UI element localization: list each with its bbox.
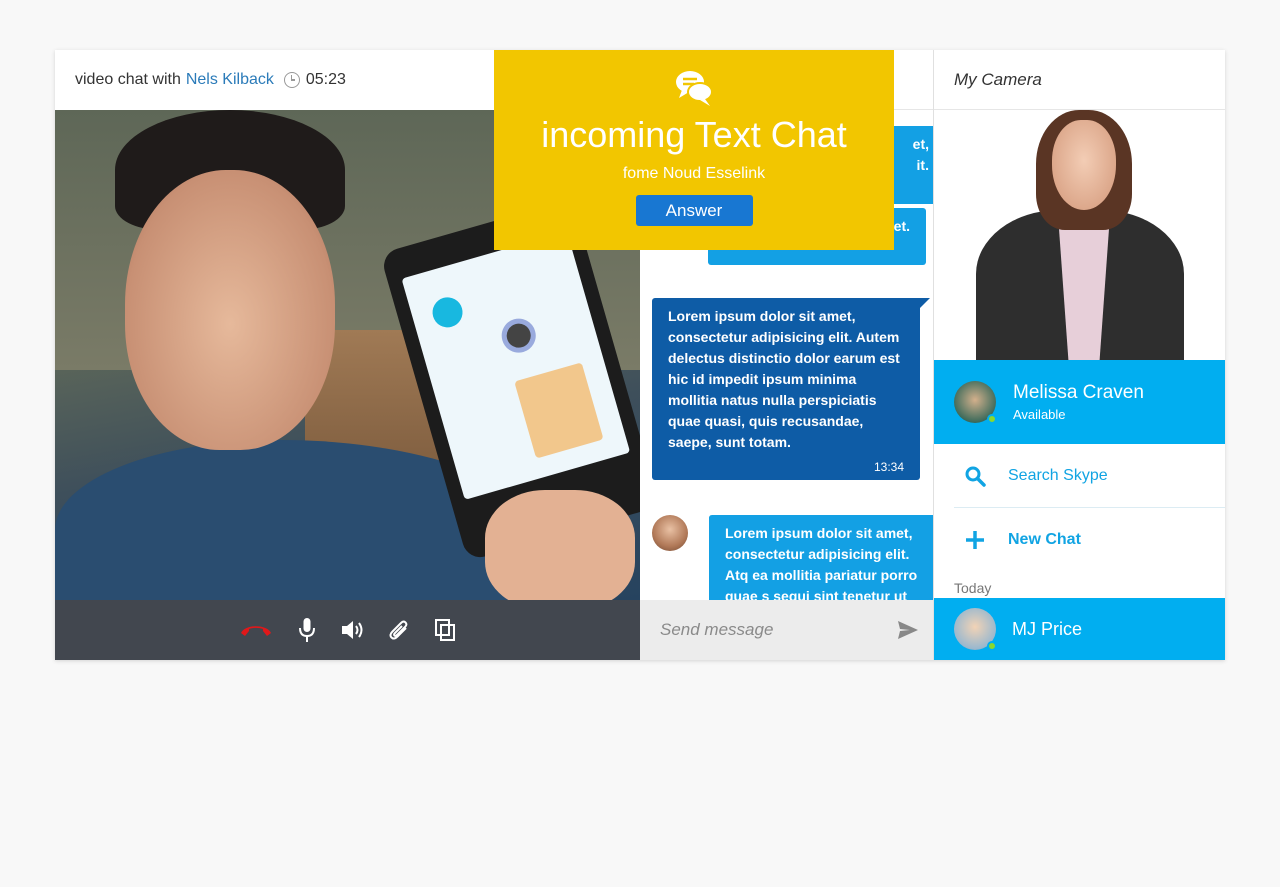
- search-skype-button[interactable]: Search Skype: [934, 444, 1225, 508]
- window-button[interactable]: [433, 616, 457, 644]
- chat-bubbles-icon: [676, 71, 713, 106]
- recent-contact[interactable]: MJ Price: [934, 598, 1225, 660]
- sender-avatar[interactable]: [652, 515, 688, 551]
- chat-message: Lorem ipsum dolor sit amet, consectetur …: [652, 298, 930, 480]
- message-composer: [640, 600, 933, 660]
- send-icon: [898, 621, 918, 639]
- contact-name: MJ Price: [1012, 618, 1083, 639]
- message-time: 13:34: [873, 460, 904, 474]
- notification-title: incoming Text Chat: [541, 114, 847, 155]
- phone-icon-2: [497, 314, 540, 357]
- video-person-hand: [485, 490, 635, 600]
- microphone-icon: [298, 618, 315, 642]
- hangup-icon: [240, 626, 271, 636]
- video-chat-label: video chat with: [75, 71, 181, 88]
- hangup-button[interactable]: [239, 616, 273, 644]
- search-icon: [965, 466, 986, 487]
- search-skype-label: Search Skype: [1008, 467, 1108, 484]
- caller-name-link[interactable]: Nels Kilback: [186, 71, 274, 89]
- sidebar: My Camera Melissa Craven Available Searc…: [933, 50, 1225, 660]
- contact-name: Melissa Craven: [1013, 382, 1144, 403]
- call-controls: [55, 600, 640, 660]
- avatar: [954, 608, 997, 651]
- attach-button[interactable]: [387, 616, 411, 644]
- active-contact[interactable]: Melissa Craven Available: [934, 360, 1225, 444]
- message-input[interactable]: [660, 620, 897, 640]
- avatar: [954, 381, 997, 424]
- my-camera-title: My Camera: [934, 50, 1225, 110]
- active-contact-info: Melissa Craven Available: [1013, 382, 1144, 422]
- plus-icon: [966, 531, 984, 549]
- camera-person-face: [1052, 120, 1116, 210]
- online-status-dot: [987, 414, 997, 424]
- section-today: Today: [954, 580, 992, 596]
- video-person-face: [125, 170, 335, 450]
- phone-icon-1: [428, 293, 467, 331]
- microphone-button[interactable]: [295, 616, 319, 644]
- window-icon: [434, 619, 455, 641]
- call-timer: 05:23: [305, 71, 346, 88]
- new-chat-button[interactable]: New Chat: [934, 508, 1225, 572]
- speaker-button[interactable]: [341, 616, 365, 644]
- answer-button[interactable]: Answer: [635, 195, 753, 226]
- incoming-chat-notification: incoming Text Chat fome Noud Esselink An…: [494, 50, 894, 250]
- speaker-icon: [341, 621, 362, 639]
- online-status-dot: [987, 641, 997, 651]
- contact-status: Available: [1013, 407, 1066, 422]
- clock-icon: [283, 72, 300, 88]
- attachment-icon: [388, 620, 407, 640]
- new-chat-label: New Chat: [1008, 531, 1081, 548]
- my-camera-preview: [934, 110, 1225, 360]
- phone-photo: [514, 362, 604, 459]
- notification-sender: fome Noud Esselink: [622, 165, 766, 182]
- send-button[interactable]: [897, 620, 919, 640]
- message-text: Lorem ipsum dolor sit amet, consectetur …: [668, 308, 900, 450]
